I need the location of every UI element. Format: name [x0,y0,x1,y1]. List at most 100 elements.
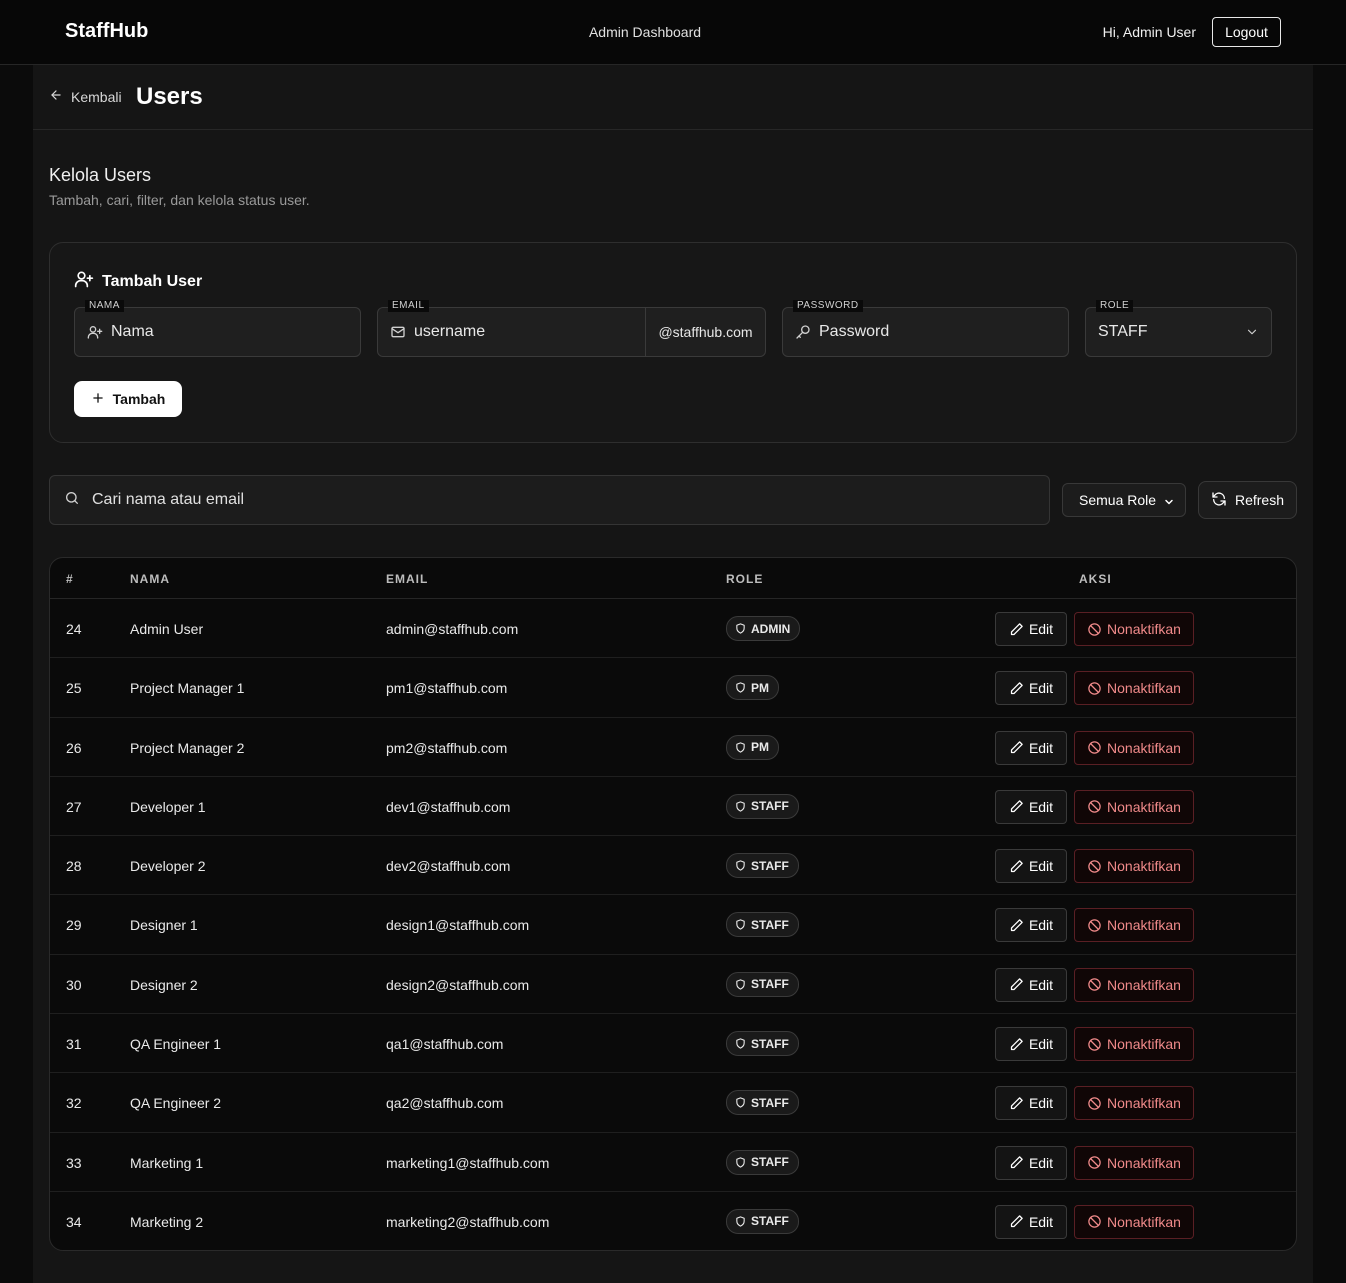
deactivate-button-label: Nonaktifkan [1107,1154,1181,1171]
back-link[interactable]: Kembali [49,88,122,105]
edit-button[interactable]: Edit [995,612,1067,646]
mail-icon [390,324,406,340]
shield-icon [735,1216,746,1227]
edit-button[interactable]: Edit [995,1145,1067,1180]
edit-button[interactable]: Edit [995,1027,1067,1062]
arrow-left-icon [49,88,63,105]
table-row: 26 Project Manager 2 pm2@staffhub.com PM Edi… [50,718,1296,777]
role-field-label: ROLE [1096,300,1134,312]
pencil-icon [1009,1214,1024,1229]
ban-icon [1087,740,1102,755]
deactivate-button[interactable]: Nonaktifkan [1074,1204,1194,1239]
role-badge-label: STAFF [751,917,789,932]
row-email: design2@staffhub.com [386,976,530,993]
edit-button[interactable]: Edit [995,908,1067,943]
ban-icon [1087,1214,1102,1229]
row-email: marketing2@staffhub.com [386,1213,550,1230]
row-name: Designer 2 [130,976,198,993]
row-id: 28 [66,858,82,875]
table-row: 32 QA Engineer 2 qa2@staffhub.com STAFF Edit… [50,1073,1296,1133]
row-name: Designer 1 [130,917,198,934]
password-field[interactable]: PASSWORD Password [782,300,1069,357]
email-field[interactable]: EMAIL username @staffhub.com [377,300,766,357]
row-id: 30 [66,976,82,993]
pencil-icon [1009,918,1024,933]
deactivate-button[interactable]: Nonaktifkan [1074,1145,1194,1180]
pencil-icon [1009,977,1024,992]
row-email: marketing1@staffhub.com [386,1154,550,1171]
row-email: dev1@staffhub.com [386,798,511,815]
dashboard-title: Admin Dashboard [588,24,702,40]
password-field-label: PASSWORD [793,300,863,312]
edit-button[interactable]: Edit [995,671,1067,706]
pencil-icon [1009,1096,1024,1111]
role-select[interactable]: ROLE STAFF [1085,300,1272,357]
shield-icon [735,1038,746,1049]
edit-button[interactable]: Edit [995,1086,1067,1121]
name-field[interactable]: NAMA Nama [74,300,361,357]
pencil-icon [1009,1037,1024,1052]
users-table: # NAMA EMAIL ROLE AKSI 24 Admin User admin… [49,557,1297,1251]
row-email: admin@staffhub.com [386,621,519,637]
deactivate-button[interactable]: Nonaktifkan [1074,967,1194,1002]
top-navbar: StaffHub Admin Dashboard Hi, Admin User … [0,0,1346,65]
edit-button[interactable]: Edit [995,849,1067,884]
refresh-button[interactable]: Refresh [1198,481,1297,519]
edit-button-label: Edit [1028,1036,1054,1053]
row-id: 32 [66,1095,82,1112]
plus-icon [91,391,105,408]
edit-button[interactable]: Edit [995,967,1067,1002]
row-name: Marketing 2 [130,1213,204,1230]
ban-icon [1087,918,1102,933]
ban-icon [1087,1037,1102,1052]
edit-button[interactable]: Edit [995,1204,1067,1239]
shield-icon [735,741,746,753]
pencil-icon [1009,859,1024,874]
row-name: Admin User [130,621,204,637]
deactivate-button[interactable]: Nonaktifkan [1074,789,1194,824]
logout-button[interactable]: Logout [1212,17,1281,47]
deactivate-button[interactable]: Nonaktifkan [1074,730,1194,765]
ban-icon [1087,1155,1102,1170]
search-input[interactable]: Cari nama atau email [49,475,1050,525]
row-id: 29 [66,917,82,934]
table-row: 33 Marketing 1 marketing1@staffhub.com STAF… [50,1133,1296,1192]
deactivate-button[interactable]: Nonaktifkan [1074,908,1194,943]
role-badge: STAFF [726,971,799,997]
row-email: pm2@staffhub.com [386,739,508,756]
add-user-button[interactable]: Tambah [74,381,182,417]
shield-icon [735,860,746,871]
table-row: 29 Designer 1 design1@staffhub.com STAFF Edi… [50,895,1296,955]
role-badge-label: PM [751,740,769,755]
edit-button[interactable]: Edit [995,789,1067,824]
row-name: Project Manager 1 [130,680,245,697]
deactivate-button-label: Nonaktifkan [1107,917,1181,934]
deactivate-button[interactable]: Nonaktifkan [1074,612,1194,646]
role-filter-select[interactable]: Semua Role [1062,483,1186,517]
name-field-label: NAMA [85,300,124,312]
ban-icon [1087,622,1102,637]
deactivate-button[interactable]: Nonaktifkan [1074,1086,1194,1121]
deactivate-button[interactable]: Nonaktifkan [1074,1027,1194,1062]
row-name: QA Engineer 1 [130,1036,222,1053]
add-user-button-label: Tambah [112,391,166,407]
deactivate-button-label: Nonaktifkan [1107,1095,1181,1112]
add-user-title: Tambah User [74,269,202,294]
deactivate-button[interactable]: Nonaktifkan [1074,671,1194,706]
main-panel: Kembali Users Kelola Users Tambah, cari,… [33,65,1313,1283]
row-email: design1@staffhub.com [386,917,530,934]
row-name: Developer 2 [130,858,206,875]
column-header-role: ROLE [726,572,764,586]
role-badge: ADMIN [726,616,801,641]
column-header-email: EMAIL [386,572,429,586]
edit-button[interactable]: Edit [995,730,1067,765]
pencil-icon [1009,740,1024,755]
table-row: 28 Developer 2 dev2@staffhub.com STAFF Edit N… [50,836,1296,896]
deactivate-button-label: Nonaktifkan [1107,798,1181,815]
deactivate-button[interactable]: Nonaktifkan [1074,849,1194,884]
ban-icon [1087,859,1102,874]
user-greeting: Hi, Admin User [1102,24,1196,40]
table-row: 30 Designer 2 design2@staffhub.com STAFF Edi… [50,955,1296,1015]
pencil-icon [1009,622,1024,637]
row-email: pm1@staffhub.com [386,680,508,697]
